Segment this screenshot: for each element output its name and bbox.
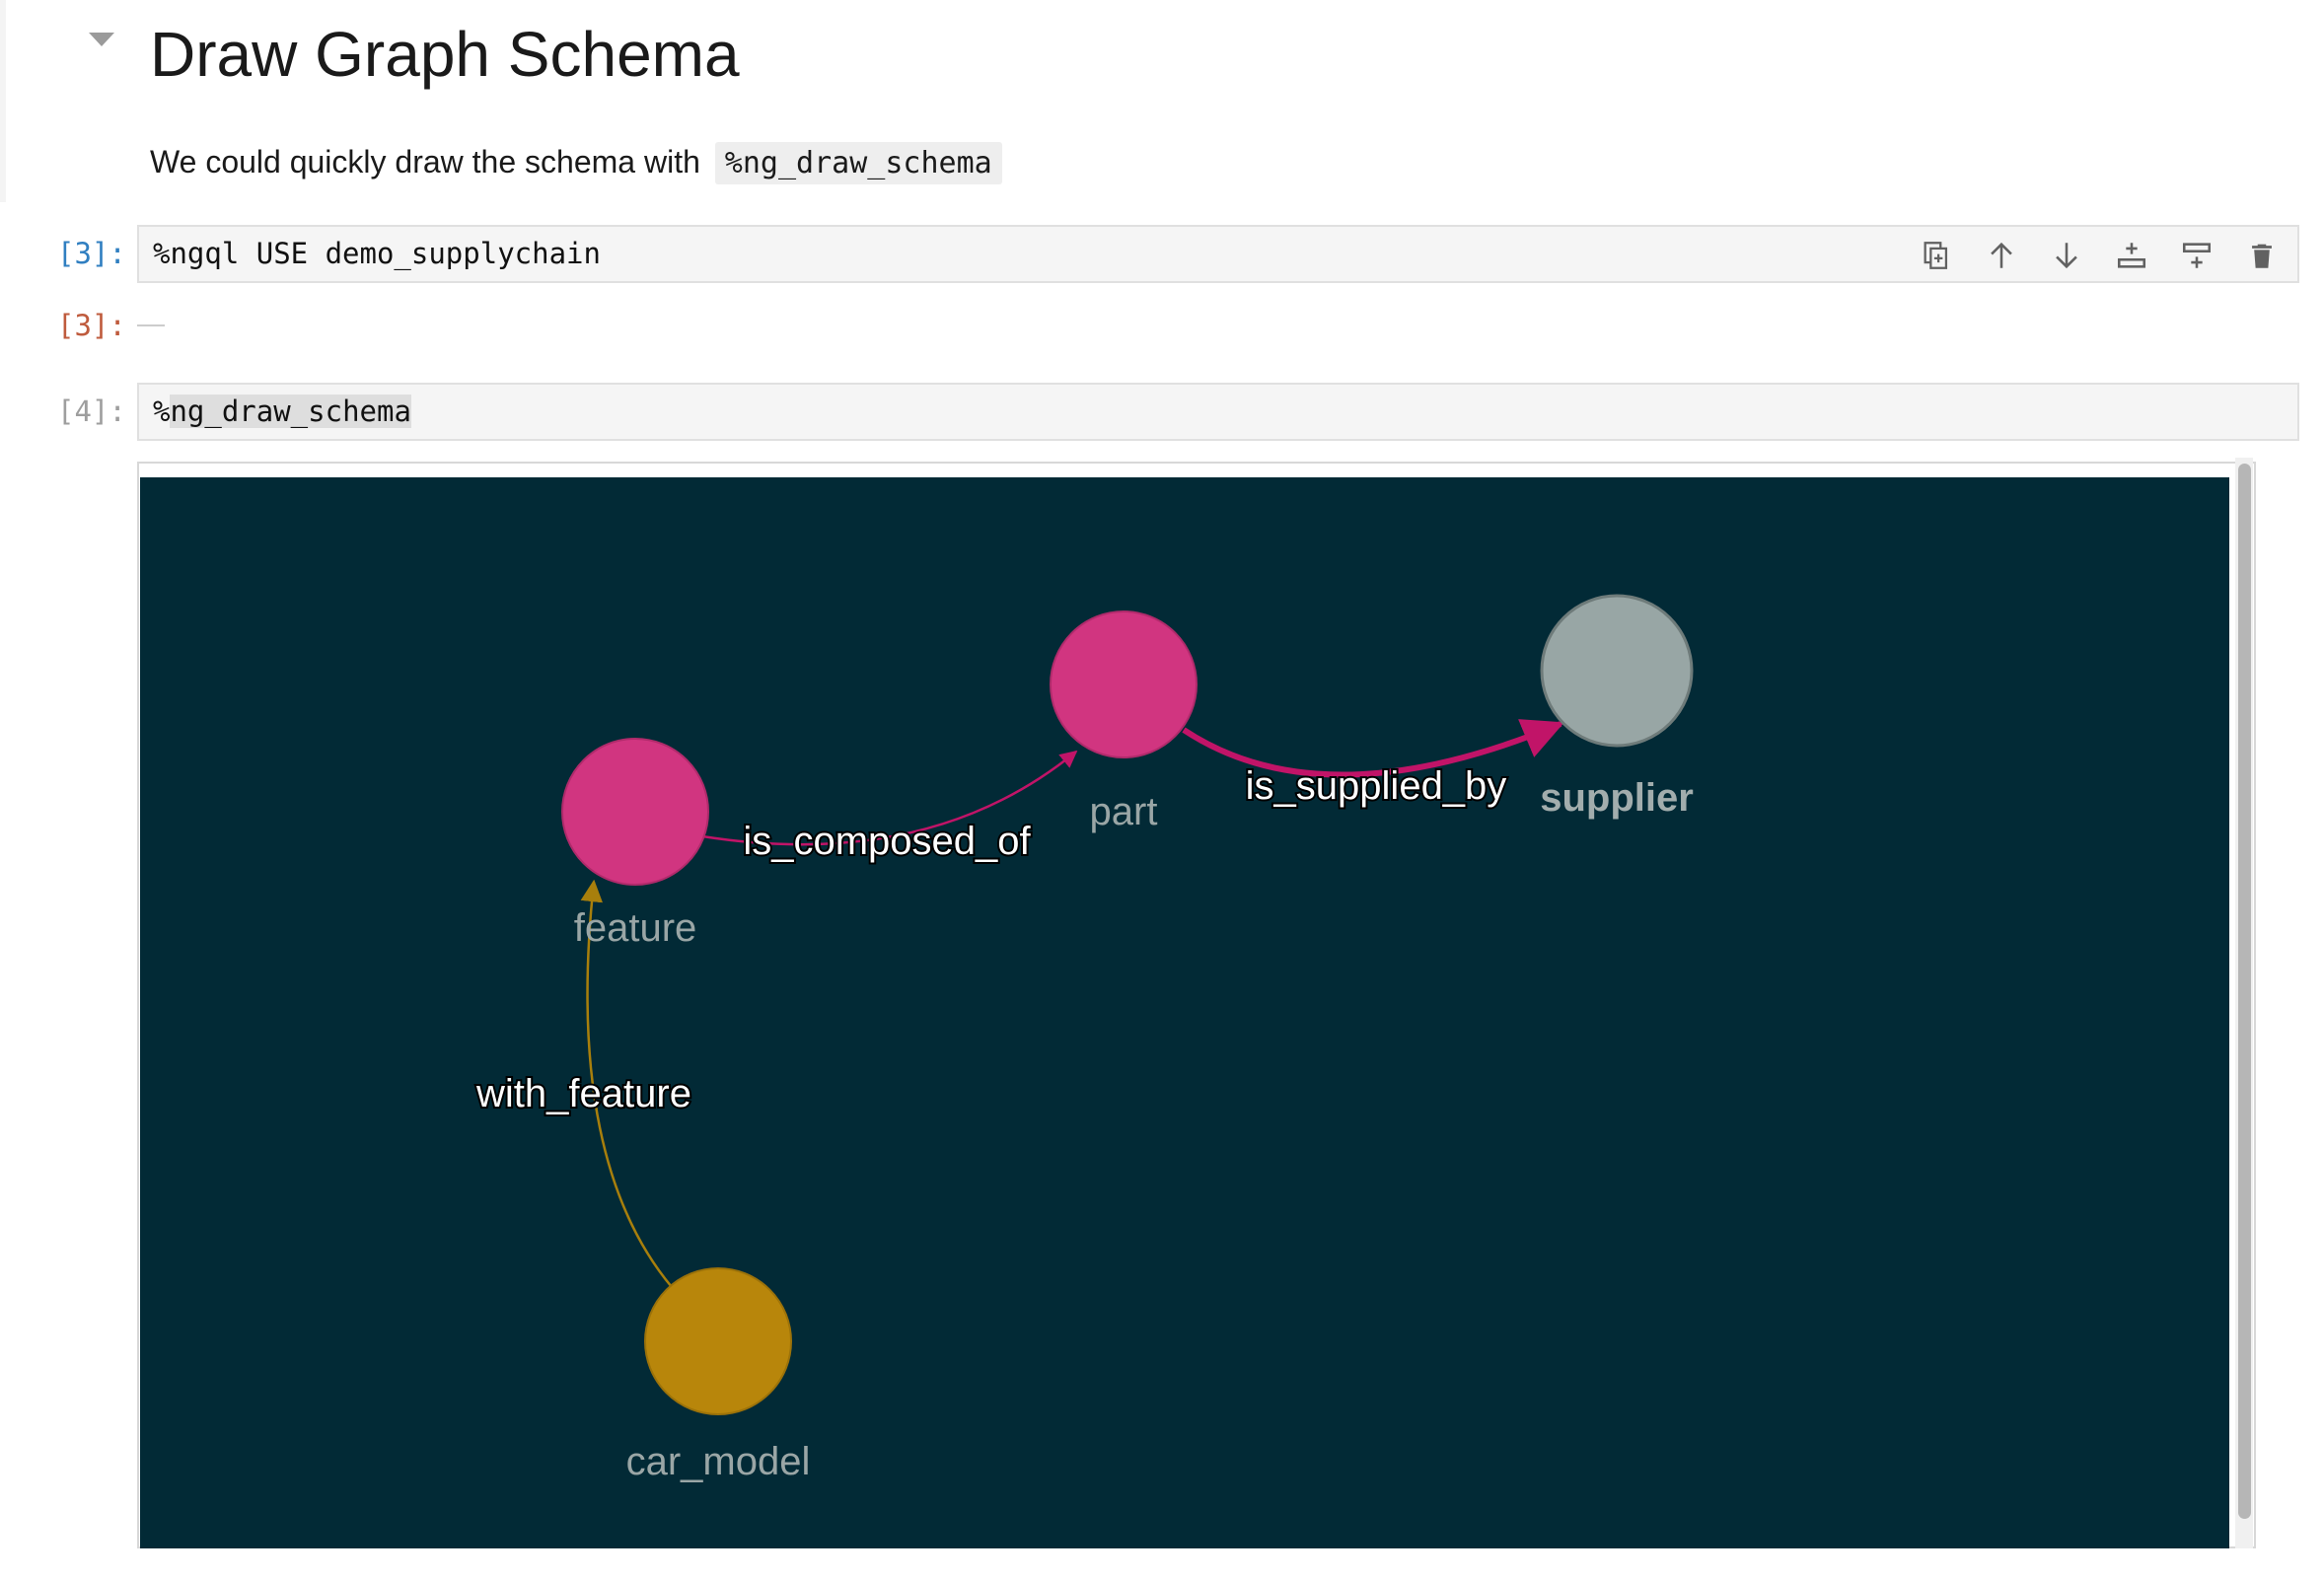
node-feature[interactable]: [561, 738, 709, 886]
delete-cell-button[interactable]: [2240, 236, 2284, 275]
edge-label-is-supplied-by: is_supplied_by: [1246, 764, 1507, 808]
code-selection-highlight: ng_draw_schema: [170, 395, 411, 428]
node-label-car-model: car_model: [626, 1440, 811, 1483]
move-down-button[interactable]: [2045, 236, 2088, 275]
node-supplier[interactable]: [1540, 594, 1694, 748]
insert-below-icon: [2117, 243, 2146, 268]
duplicate-icon: [1924, 242, 1948, 269]
collapse-heading-icon[interactable]: [89, 33, 114, 46]
move-up-icon: [1991, 242, 2012, 268]
insert-above-button[interactable]: [2175, 236, 2218, 275]
code-editor-3[interactable]: %ngql USE demo_supplychain: [153, 237, 601, 270]
node-label-feature: feature: [574, 906, 697, 950]
node-label-supplier: supplier: [1540, 776, 1694, 820]
schema-graph-canvas[interactable]: feature part supplier car_model is_compo…: [140, 477, 2229, 1548]
output-prompt-3: [3]:: [57, 309, 126, 342]
node-label-part: part: [1090, 790, 1158, 833]
section-heading: Draw Graph Schema: [150, 19, 740, 90]
markdown-description: We could quickly draw the schema with %n…: [150, 138, 1002, 187]
move-up-button[interactable]: [1980, 236, 2023, 275]
edge-label-is-composed-of: is_composed_of: [743, 820, 1031, 863]
input-prompt-4: [4]:: [57, 395, 126, 428]
code-editor-4[interactable]: %ng_draw_schema: [153, 395, 411, 428]
output-scrollbar-thumb[interactable]: [2238, 464, 2251, 1519]
delete-icon: [2252, 244, 2272, 268]
duplicate-cell-button[interactable]: [1915, 236, 1958, 275]
insert-below-button[interactable]: [2110, 236, 2153, 275]
description-inline-code: %ng_draw_schema: [714, 142, 1002, 184]
code-prefix: %: [153, 395, 171, 428]
input-prompt-3: [3]:: [57, 237, 126, 270]
code-cell-4[interactable]: %ng_draw_schema: [137, 383, 2299, 441]
empty-output-indicator: [137, 324, 165, 326]
cell-toolbar: [1915, 236, 2284, 275]
code-cell-3[interactable]: %ngql USE demo_supplychain: [137, 225, 2299, 283]
description-text: We could quickly draw the schema with: [150, 144, 700, 180]
node-car-model[interactable]: [644, 1267, 792, 1415]
move-down-icon: [2056, 243, 2077, 269]
schema-graph-svg: feature part supplier car_model is_compo…: [473, 594, 1694, 1483]
node-part[interactable]: [1050, 610, 1198, 758]
edge-label-with-feature: with_feature: [475, 1072, 691, 1115]
insert-above-icon: [2182, 243, 2212, 268]
cell-selection-strip: [0, 0, 6, 202]
